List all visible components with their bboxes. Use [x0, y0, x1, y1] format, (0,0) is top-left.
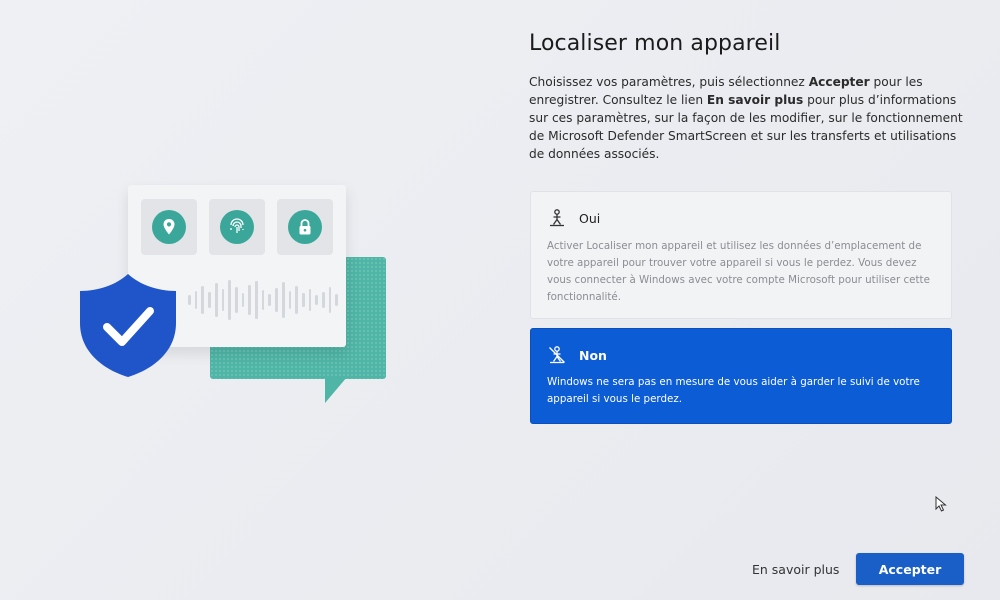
wave-bar [281, 282, 285, 318]
wave-bar [335, 294, 339, 306]
wave-bar [188, 295, 191, 305]
page-title: Localiser mon appareil [529, 31, 781, 56]
wave-bar [315, 295, 319, 305]
option-yes[interactable]: Oui Activer Localiser mon appareil et ut… [530, 191, 952, 319]
description-more-word: En savoir plus [706, 93, 804, 107]
person-location-icon [547, 208, 567, 228]
accept-button[interactable]: Accepter [856, 553, 964, 585]
wave-bar [241, 293, 245, 307]
lock-icon [288, 210, 322, 244]
wave-bar [201, 286, 205, 314]
audio-wave-graphic [188, 275, 339, 325]
learn-more-button[interactable]: En savoir plus [752, 562, 839, 577]
wave-bar [322, 292, 325, 308]
wave-bar [194, 291, 198, 309]
wave-bar [248, 285, 252, 315]
fingerprint-icon [220, 210, 254, 244]
wave-bar [208, 292, 211, 308]
option-yes-label: Oui [579, 210, 601, 226]
mouse-cursor-icon [935, 496, 947, 512]
page-description: Choisissez vos paramètres, puis sélectio… [529, 73, 964, 163]
wave-bar [301, 293, 305, 307]
wave-bar [288, 291, 292, 309]
wave-bar [255, 281, 258, 319]
option-no[interactable]: Non Windows ne sera pas en mesure de vou… [530, 328, 952, 424]
option-no-label: Non [579, 347, 607, 363]
description-accept-word: Accepter [808, 75, 870, 89]
lock-tile [277, 199, 333, 255]
wave-bar [228, 280, 231, 320]
chat-bubble-tail [325, 377, 347, 403]
location-tile [141, 199, 197, 255]
wave-bar [295, 286, 298, 314]
privacy-illustration [70, 185, 400, 415]
option-yes-description: Activer Localiser mon appareil et utilis… [547, 240, 930, 303]
wave-bar [308, 289, 312, 311]
location-pin-icon [152, 210, 186, 244]
description-text: Choisissez vos paramètres, puis sélectio… [529, 75, 809, 89]
wave-bar [214, 283, 218, 317]
option-no-description: Windows ne sera pas en mesure de vous ai… [547, 376, 920, 405]
shield-check-icon [80, 274, 176, 377]
wave-bar [261, 290, 265, 310]
wave-bar [328, 287, 332, 313]
wave-bar [275, 288, 278, 312]
wave-bar [221, 289, 225, 311]
person-location-off-icon [547, 345, 567, 365]
wave-bar [268, 294, 272, 306]
wave-bar [234, 287, 238, 313]
fingerprint-tile [209, 199, 265, 255]
